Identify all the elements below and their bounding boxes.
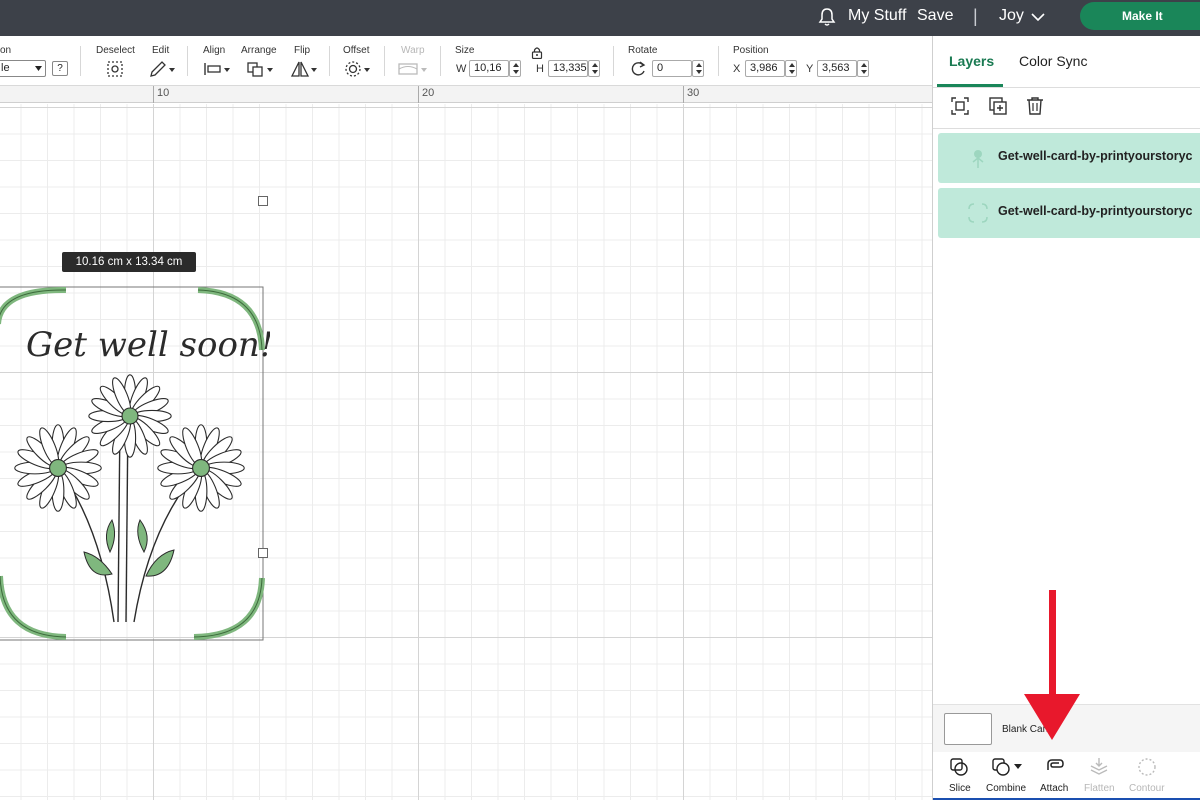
chevron-down-icon[interactable]: [1030, 11, 1046, 23]
flatten-icon: [1090, 758, 1108, 775]
arrange-label: Arrange: [241, 45, 277, 56]
pencil-icon[interactable]: [148, 59, 176, 79]
daisy-flower: [88, 374, 172, 458]
height-stepper[interactable]: [588, 60, 600, 77]
x-input[interactable]: 3,986: [745, 60, 785, 77]
y-input[interactable]: 3,563: [817, 60, 857, 77]
bell-icon[interactable]: [816, 6, 838, 28]
ruler-tick: [153, 86, 154, 103]
layers-divider: [933, 128, 1200, 129]
deselect-icon[interactable]: [105, 59, 125, 79]
ruler-mark: 30: [687, 87, 700, 99]
align-icon[interactable]: [203, 59, 231, 79]
layer-thumbnail-icon: [968, 203, 988, 223]
annotation-arrow-icon: [1024, 590, 1080, 740]
flip-label: Flip: [294, 45, 311, 56]
resize-handle-bottom-right[interactable]: [258, 548, 268, 558]
group-icon[interactable]: [949, 95, 971, 117]
toolbar-divider: [613, 46, 614, 76]
rotate-icon[interactable]: [628, 59, 648, 79]
top-bar: My Stuff Save | Joy Make It: [0, 0, 1200, 36]
warp-icon: [398, 63, 427, 75]
x-label: X: [733, 63, 741, 75]
contour-icon: [1138, 758, 1156, 776]
layer-item[interactable]: Get-well-card-by-printyourstoryc: [938, 188, 1200, 238]
ruler-mark: 20: [422, 87, 435, 99]
help-button[interactable]: ?: [52, 61, 68, 76]
toolbar-divider: [718, 46, 719, 76]
operation-select[interactable]: le: [0, 60, 46, 77]
resize-handle-top-right[interactable]: [258, 196, 268, 206]
offset-icon[interactable]: [343, 59, 371, 79]
warp-label: Warp: [401, 45, 425, 56]
layer-tools: Slice Combine Attach Flatten Contour: [933, 752, 1200, 798]
duplicate-icon[interactable]: [987, 95, 1009, 117]
size-tooltip: 10.16 cm x 13.34 cm: [62, 252, 196, 272]
get-well-card-design[interactable]: Get well soon!: [0, 284, 270, 646]
size-label: Size: [455, 45, 475, 56]
trash-icon[interactable]: [1024, 95, 1046, 117]
edit-label: Edit: [152, 45, 170, 56]
width-input[interactable]: 10,16: [469, 60, 509, 77]
caret-down-icon: [35, 66, 42, 71]
width-label: W: [456, 63, 467, 75]
operation-label: on: [0, 45, 12, 56]
user-menu[interactable]: Joy: [999, 7, 1024, 25]
y-stepper[interactable]: [857, 60, 869, 77]
toolbar-divider: [329, 46, 330, 76]
ruler-tick: [418, 86, 419, 103]
daisy-flower: [157, 424, 245, 512]
offset-label: Offset: [343, 45, 370, 56]
panel-divider: [933, 87, 1200, 88]
topbar-separator: |: [973, 6, 978, 26]
rotate-label: Rotate: [628, 45, 658, 56]
save-link[interactable]: Save: [917, 7, 953, 25]
toolbar-divider: [80, 46, 81, 76]
blank-canvas-swatch[interactable]: [944, 713, 992, 745]
top-ruler: 10 20 30: [0, 86, 932, 103]
y-label: Y: [806, 63, 814, 75]
layer-name: Get-well-card-by-printyourstoryc: [998, 204, 1193, 218]
deselect-label: Deselect: [96, 45, 135, 56]
layer-name: Get-well-card-by-printyourstoryc: [998, 149, 1193, 163]
attach-label: Attach: [1040, 783, 1069, 794]
flip-icon[interactable]: [290, 59, 318, 79]
my-stuff-link[interactable]: My Stuff: [848, 7, 906, 25]
operation-value: le: [1, 62, 10, 74]
contour-label: Contour: [1129, 783, 1165, 794]
toolbar-divider: [440, 46, 441, 76]
toolbar-divider: [187, 46, 188, 76]
edit-toolbar: on le ? Deselect Edit Align Arrange Flip…: [0, 36, 932, 86]
design-canvas[interactable]: 10 20 30 10.16 cm x 13.34 cm Get well so…: [0, 86, 932, 800]
rotate-stepper[interactable]: [692, 60, 704, 77]
height-label: H: [536, 63, 544, 75]
width-stepper[interactable]: [509, 60, 521, 77]
x-stepper[interactable]: [785, 60, 797, 77]
layer-thumbnail-icon: [972, 150, 984, 168]
tab-layers[interactable]: Layers: [949, 53, 994, 69]
combine-label: Combine: [986, 783, 1027, 794]
position-label: Position: [733, 45, 769, 56]
make-it-button[interactable]: Make It: [1080, 2, 1200, 30]
tab-color-sync[interactable]: Color Sync: [1019, 53, 1087, 69]
slice-icon[interactable]: [948, 756, 970, 778]
ruler-tick: [683, 86, 684, 103]
height-input[interactable]: 13,335: [548, 60, 588, 77]
lock-icon[interactable]: [531, 46, 543, 59]
ruler-mark: 10: [157, 87, 170, 99]
daisy-flower: [14, 424, 102, 512]
attach-icon[interactable]: [1044, 756, 1066, 778]
layer-item[interactable]: Get-well-card-by-printyourstoryc: [938, 133, 1200, 183]
align-label: Align: [203, 45, 226, 56]
card-text: Get well soon!: [26, 325, 270, 365]
arrange-icon[interactable]: [246, 59, 274, 79]
caret-down-icon[interactable]: [1014, 764, 1022, 769]
rotate-input[interactable]: 0: [652, 60, 692, 77]
app-window: My Stuff Save | Joy Make It on le ? Dese…: [0, 0, 1200, 800]
slice-label: Slice: [949, 783, 971, 794]
toolbar-divider: [384, 46, 385, 76]
combine-icon[interactable]: [990, 756, 1012, 778]
flatten-label: Flatten: [1084, 783, 1115, 794]
